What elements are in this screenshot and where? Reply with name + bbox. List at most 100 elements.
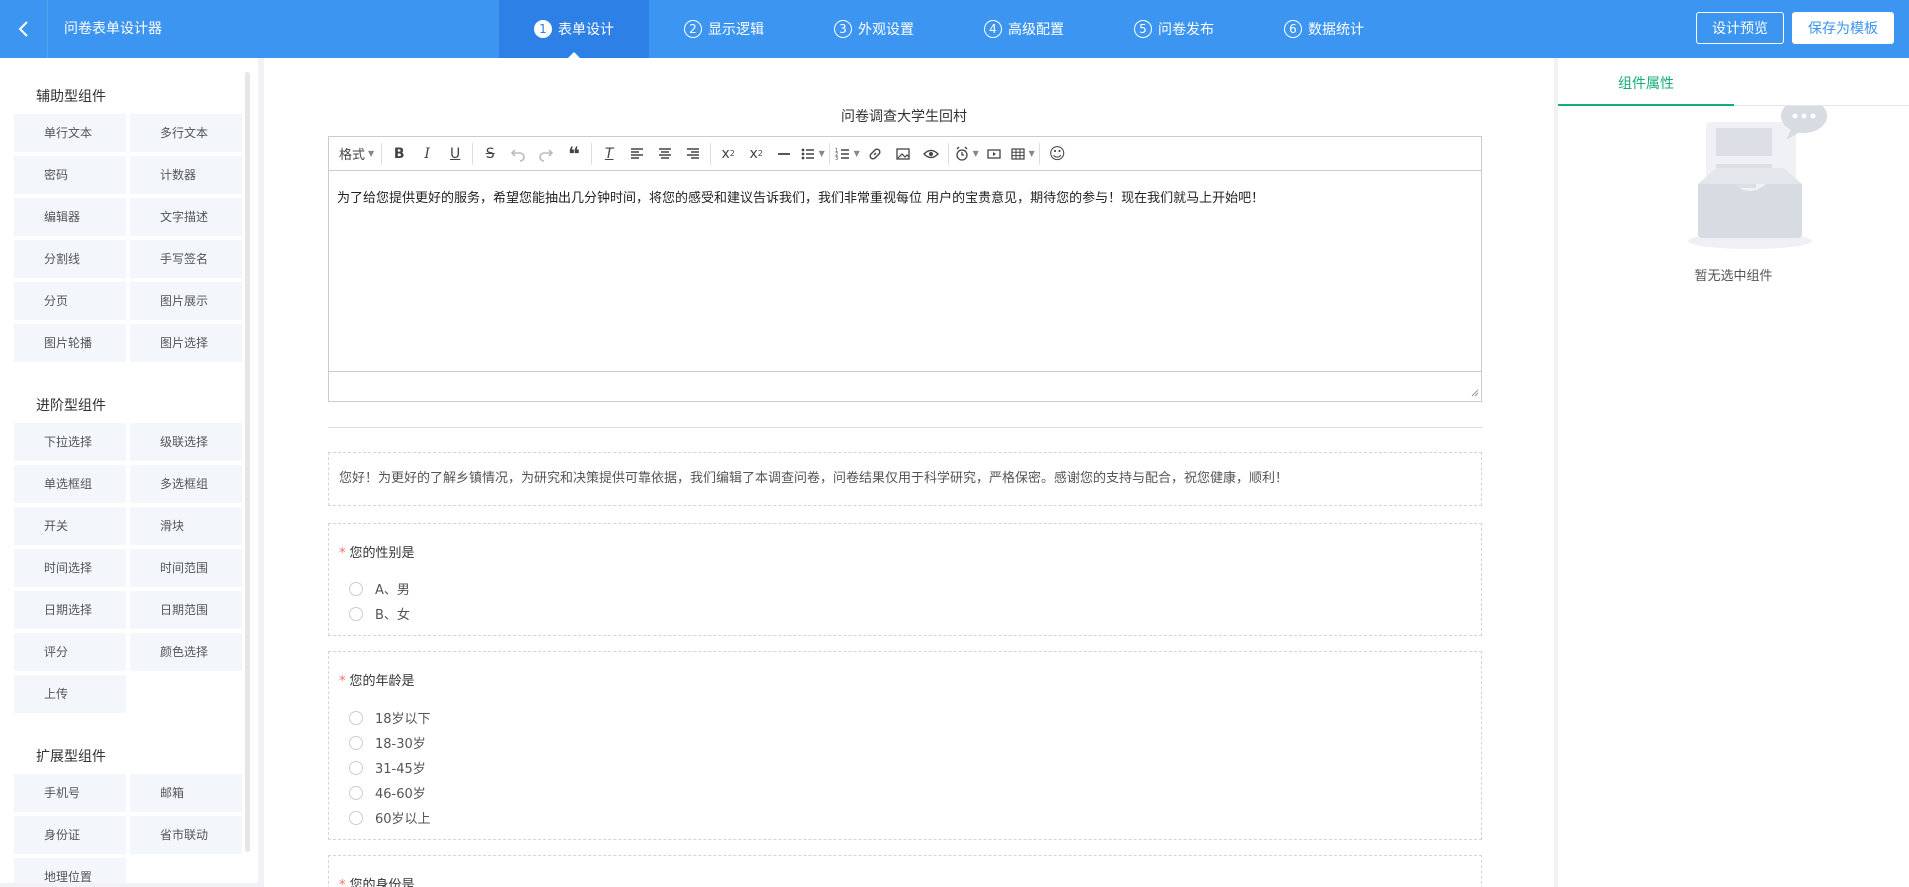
superscript-icon[interactable]: x2: [742, 142, 770, 166]
resize-handle-icon[interactable]: [1469, 387, 1479, 397]
component-item[interactable]: 分页: [14, 282, 126, 320]
strikethrough-icon[interactable]: S: [476, 142, 504, 166]
align-right-icon[interactable]: [679, 142, 707, 166]
radio-option[interactable]: 31-45岁: [349, 758, 426, 777]
component-item[interactable]: 下拉选择: [14, 423, 126, 461]
save-as-template-button[interactable]: 保存为模板: [1792, 12, 1894, 44]
option-label: 18岁以下: [375, 712, 431, 727]
step-tab-statistics[interactable]: 6 数据统计: [1249, 0, 1399, 58]
radio-option[interactable]: B、女: [349, 604, 410, 623]
tab-component-properties[interactable]: 组件属性: [1558, 58, 1734, 106]
scrollbar[interactable]: [245, 72, 250, 852]
intro-text-block[interactable]: 您好！为更好的了解乡镇情况，为研究和决策提供可靠依据，我们编辑了本调查问卷，问卷…: [328, 452, 1482, 506]
step-number: 4: [984, 20, 1002, 38]
component-item[interactable]: 级联选择: [130, 423, 242, 461]
component-item[interactable]: 手机号: [14, 774, 126, 812]
editor-statusbar: [329, 371, 1481, 399]
radio-option[interactable]: 60岁以上: [349, 808, 431, 827]
subscript-icon[interactable]: x2: [714, 142, 742, 166]
properties-panel: 组件属性 暂无选中组件: [1558, 58, 1909, 887]
step-tab-display-logic[interactable]: 2 显示逻辑: [649, 0, 799, 58]
horizontal-rule-icon[interactable]: [770, 142, 798, 166]
step-number: 3: [834, 20, 852, 38]
bullet-list-icon[interactable]: ▼: [798, 142, 826, 166]
question-block-identity[interactable]: * 您的身份是: [328, 855, 1482, 887]
align-center-icon[interactable]: [651, 142, 679, 166]
design-preview-button[interactable]: 设计预览: [1696, 12, 1784, 44]
component-item[interactable]: 多选框组: [130, 465, 242, 503]
step-tab-advanced[interactable]: 4 高级配置: [949, 0, 1099, 58]
italic-icon[interactable]: I: [413, 142, 441, 166]
option-label: 46-60岁: [375, 787, 426, 802]
component-item[interactable]: 地理位置: [14, 858, 126, 883]
component-item[interactable]: 时间范围: [130, 549, 242, 587]
align-left-icon[interactable]: [623, 142, 651, 166]
underline-icon[interactable]: U: [441, 142, 469, 166]
radio-option[interactable]: A、男: [349, 579, 410, 598]
editor-content[interactable]: 为了给您提供更好的服务，希望您能抽出几分钟时间，将您的感受和建议告诉我们，我们非…: [329, 171, 1481, 371]
radio-option[interactable]: 18-30岁: [349, 733, 426, 752]
component-item[interactable]: 手写签名: [130, 240, 242, 278]
emoji-icon[interactable]: ☺: [1043, 142, 1071, 166]
radio-icon: [349, 581, 363, 596]
component-item[interactable]: 邮箱: [130, 774, 242, 812]
question-title: * 您的性别是: [339, 542, 415, 561]
radio-option[interactable]: 46-60岁: [349, 783, 426, 802]
component-item[interactable]: 评分: [14, 633, 126, 671]
component-item[interactable]: 日期选择: [14, 591, 126, 629]
component-item[interactable]: 省市联动: [130, 816, 242, 854]
alarm-clock-icon[interactable]: ▼: [952, 142, 980, 166]
component-item[interactable]: 密码: [14, 156, 126, 194]
component-item[interactable]: 时间选择: [14, 549, 126, 587]
component-item[interactable]: 身份证: [14, 816, 126, 854]
required-mark: *: [339, 878, 346, 887]
step-number: 5: [1134, 20, 1152, 38]
component-grid-auxiliary: 单行文本 多行文本 密码 计数器 编辑器 文字描述 分割线 手写签名 分页 图片…: [14, 114, 244, 362]
media-icon[interactable]: [980, 142, 1008, 166]
component-item[interactable]: 图片展示: [130, 282, 242, 320]
format-dropdown[interactable]: 格式 ▼: [335, 142, 378, 166]
component-item[interactable]: 编辑器: [14, 198, 126, 236]
radio-icon: [349, 735, 363, 750]
back-button[interactable]: [0, 0, 48, 58]
preview-eye-icon[interactable]: [917, 142, 945, 166]
component-item[interactable]: 单选框组: [14, 465, 126, 503]
radio-option[interactable]: 18岁以下: [349, 708, 431, 727]
component-item[interactable]: 滑块: [130, 507, 242, 545]
component-item[interactable]: 图片轮播: [14, 324, 126, 362]
component-item[interactable]: 分割线: [14, 240, 126, 278]
component-item[interactable]: 日期范围: [130, 591, 242, 629]
step-number: 1: [534, 20, 552, 38]
link-icon[interactable]: [861, 142, 889, 166]
image-icon[interactable]: [889, 142, 917, 166]
divider: [328, 427, 1482, 428]
component-item[interactable]: 图片选择: [130, 324, 242, 362]
blockquote-icon[interactable]: ❝: [560, 142, 588, 166]
table-icon[interactable]: ▼: [1008, 142, 1036, 166]
required-mark: *: [339, 546, 346, 561]
component-item[interactable]: 颜色选择: [130, 633, 242, 671]
redo-icon[interactable]: [532, 142, 560, 166]
toolbar-separator: [472, 142, 474, 165]
caret-down-icon: ▼: [972, 149, 979, 158]
component-item[interactable]: 计数器: [130, 156, 242, 194]
clear-format-icon[interactable]: T: [595, 142, 623, 166]
step-label: 显示逻辑: [708, 22, 764, 38]
component-item[interactable]: 多行文本: [130, 114, 242, 152]
question-block-age[interactable]: * 您的年龄是 18岁以下 18-30岁 31-45岁 46-60岁 60岁以上: [328, 651, 1482, 840]
step-tab-appearance[interactable]: 3 外观设置: [799, 0, 949, 58]
svg-text:3: 3: [835, 156, 838, 162]
component-item[interactable]: 文字描述: [130, 198, 242, 236]
step-tab-publish[interactable]: 5 问卷发布: [1099, 0, 1249, 58]
step-tab-form-design[interactable]: 1 表单设计: [499, 0, 649, 58]
undo-icon[interactable]: [504, 142, 532, 166]
radio-icon: [349, 760, 363, 775]
component-item[interactable]: 开关: [14, 507, 126, 545]
caret-down-icon: ▼: [368, 149, 375, 158]
question-block-gender[interactable]: * 您的性别是 A、男 B、女: [328, 523, 1482, 636]
component-item[interactable]: 上传: [14, 675, 126, 713]
numbered-list-icon[interactable]: 1 2 3 ▼: [833, 142, 861, 166]
step-label: 表单设计: [558, 22, 614, 38]
bold-icon[interactable]: B: [385, 142, 413, 166]
component-item[interactable]: 单行文本: [14, 114, 126, 152]
